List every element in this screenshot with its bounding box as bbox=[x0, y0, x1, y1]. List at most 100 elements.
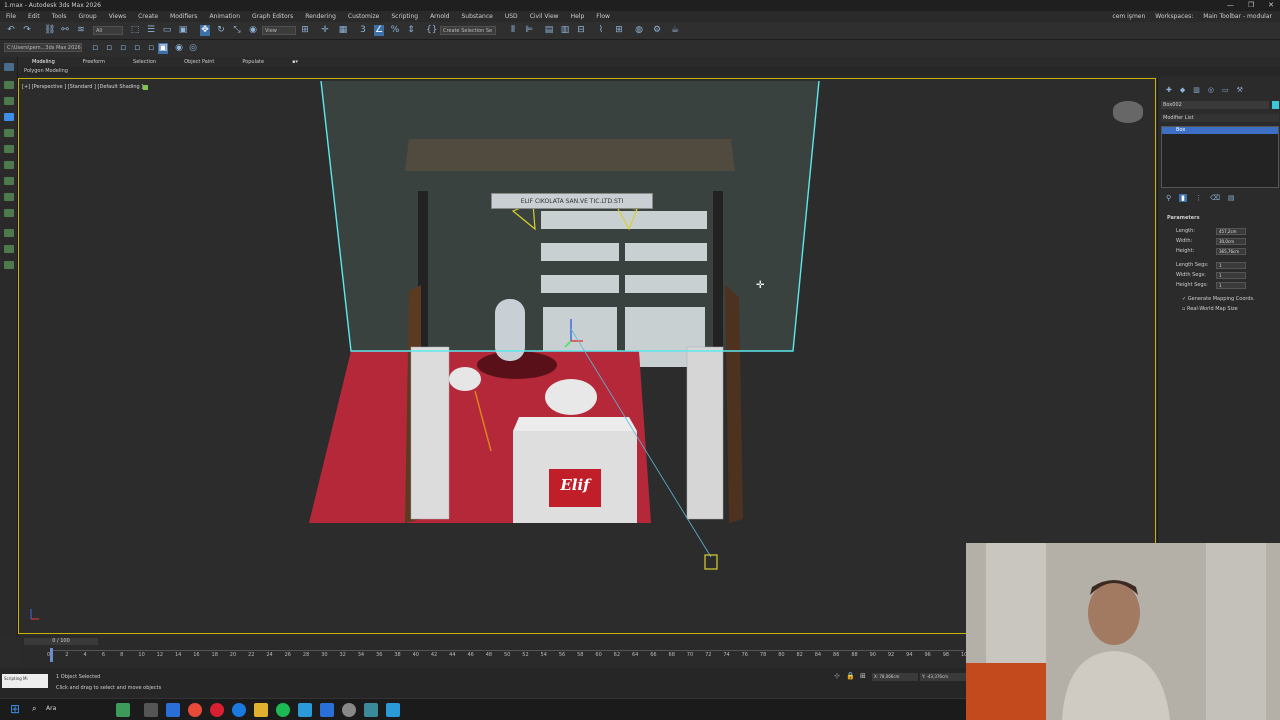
display-none-icon[interactable] bbox=[4, 245, 14, 253]
snapshot-icon[interactable]: ◉ bbox=[174, 43, 184, 54]
undo-icon[interactable]: ↶ bbox=[6, 25, 16, 36]
bind-spacewarp-icon[interactable]: ≋ bbox=[76, 25, 86, 36]
real-world-checkbox[interactable]: ▫ Real-World Map Size bbox=[1182, 306, 1238, 312]
hierarchy-tab-icon[interactable]: ▥ bbox=[1193, 86, 1200, 94]
maxscript-listener[interactable]: Scripting Mi bbox=[2, 674, 48, 688]
viewcube-icon[interactable] bbox=[1113, 101, 1143, 123]
menu-help[interactable]: Help bbox=[571, 11, 585, 22]
show-end-result-icon[interactable]: ▮ bbox=[1179, 194, 1187, 202]
spotify-icon[interactable] bbox=[276, 703, 290, 717]
tab-object-paint[interactable]: Object Paint bbox=[184, 57, 214, 67]
project-icon[interactable]: ▫ bbox=[146, 43, 156, 54]
select-and-move-icon[interactable]: ✥ bbox=[200, 25, 210, 36]
minimize-icon[interactable]: — bbox=[1227, 0, 1234, 11]
param-height-segs-field[interactable]: 1 bbox=[1216, 282, 1246, 289]
render-icon[interactable]: ☕ bbox=[670, 25, 680, 36]
angle-snap-icon[interactable]: ∠ bbox=[374, 25, 384, 36]
layer-explorer-icon[interactable]: ▥ bbox=[560, 25, 570, 36]
x-coordinate-field[interactable]: X: 78,066cm bbox=[872, 673, 918, 681]
filter-cameras-icon[interactable] bbox=[4, 129, 14, 137]
new-scene-icon[interactable]: ▫ bbox=[90, 43, 100, 54]
filter-spacewarps-icon[interactable] bbox=[4, 161, 14, 169]
menu-modifiers[interactable]: Modifiers bbox=[170, 11, 197, 22]
remove-modifier-icon[interactable]: ⌫ bbox=[1210, 194, 1220, 202]
menu-rendering[interactable]: Rendering bbox=[305, 11, 336, 22]
param-width-field[interactable]: 30,0cm bbox=[1216, 238, 1246, 245]
chrome-icon[interactable] bbox=[188, 703, 202, 717]
param-height-field[interactable]: 365,76cm bbox=[1216, 248, 1246, 255]
motion-tab-icon[interactable]: ◎ bbox=[1208, 86, 1214, 94]
windows-start-icon[interactable]: ⊞ bbox=[10, 702, 20, 716]
scene-explorer-tab-icon[interactable] bbox=[4, 63, 14, 71]
polygon-modeling-label[interactable]: Polygon Modeling bbox=[24, 68, 68, 74]
selection-lock-icon[interactable]: 🔒 bbox=[846, 672, 855, 680]
rectangular-selection-icon[interactable]: ▭ bbox=[162, 25, 172, 36]
link-icon[interactable]: ⛓ bbox=[44, 25, 55, 36]
select-object-icon[interactable]: ⬚ bbox=[130, 25, 140, 36]
menu-usd[interactable]: USD bbox=[505, 11, 518, 22]
edge-browser-icon[interactable] bbox=[166, 703, 180, 717]
save-file-icon[interactable]: ▫ bbox=[118, 43, 128, 54]
param-width-segs-field[interactable]: 1 bbox=[1216, 272, 1246, 279]
menu-edit[interactable]: Edit bbox=[28, 11, 40, 22]
tab-modeling[interactable]: Modeling bbox=[32, 57, 55, 67]
filter-groups-icon[interactable] bbox=[4, 177, 14, 185]
menu-tools[interactable]: Tools bbox=[52, 11, 67, 22]
menu-views[interactable]: Views bbox=[109, 11, 126, 22]
y-coordinate-field[interactable]: Y: -43,376cm bbox=[920, 673, 966, 681]
menu-graph-editors[interactable]: Graph Editors bbox=[252, 11, 293, 22]
xref-icon[interactable]: ▫ bbox=[132, 43, 142, 54]
manipulate-icon[interactable]: ✛ bbox=[320, 25, 330, 36]
edge-icon[interactable] bbox=[232, 703, 246, 717]
pin-stack-icon[interactable]: ⚲ bbox=[1166, 194, 1171, 202]
user-account[interactable]: cem işmen bbox=[1112, 11, 1145, 22]
modify-tab-icon[interactable]: ◆ bbox=[1180, 86, 1185, 94]
time-slider[interactable]: 0 / 100 bbox=[24, 638, 98, 645]
place-icon[interactable]: ◉ bbox=[248, 25, 258, 36]
vscode-icon[interactable] bbox=[320, 703, 334, 717]
task-view-icon[interactable] bbox=[144, 703, 158, 717]
rotate-icon[interactable]: ↻ bbox=[216, 25, 226, 36]
scene-explorer-icon[interactable]: ▤ bbox=[544, 25, 554, 36]
curve-editor-icon[interactable]: ⌇ bbox=[596, 25, 606, 36]
scale-icon[interactable]: ⤡ bbox=[232, 25, 242, 36]
window-crossing-icon[interactable]: ▣ bbox=[178, 25, 188, 36]
3ds-max-active-icon[interactable] bbox=[386, 703, 400, 717]
ribbon-options-icon[interactable]: ▪▾ bbox=[292, 57, 298, 67]
object-name-field[interactable]: Box002 bbox=[1161, 101, 1269, 109]
isolate-selection-icon[interactable]: ⊹ bbox=[834, 672, 840, 680]
search-icon[interactable]: ⌕ bbox=[32, 704, 36, 714]
invert-display-icon[interactable] bbox=[4, 261, 14, 269]
edit-named-selection-icon[interactable]: {} bbox=[426, 25, 437, 36]
keyboard-shortcut-icon[interactable]: ▦ bbox=[338, 25, 348, 36]
create-tab-icon[interactable]: ✚ bbox=[1166, 86, 1172, 94]
snaps-toggle-icon[interactable]: 3 bbox=[358, 25, 368, 36]
isolate-icon[interactable]: ▣ bbox=[158, 43, 168, 54]
tab-freeform[interactable]: Freeform bbox=[83, 57, 105, 67]
make-unique-icon[interactable]: ⋮ bbox=[1195, 194, 1202, 202]
spinner-snap-icon[interactable]: ⇕ bbox=[406, 25, 416, 36]
object-color-swatch[interactable] bbox=[1272, 101, 1279, 109]
render-setup-icon[interactable]: ⚙ bbox=[652, 25, 662, 36]
project-path-dropdown[interactable]: C:\Users\pem...3ds Max 2026 bbox=[4, 43, 82, 52]
filter-helpers-icon[interactable] bbox=[4, 145, 14, 153]
gen-mapping-checkbox[interactable]: ✓ Generate Mapping Coords. bbox=[1182, 296, 1255, 302]
timeline-playhead[interactable] bbox=[50, 648, 53, 662]
param-length-segs-field[interactable]: 1 bbox=[1216, 262, 1246, 269]
telegram-icon[interactable] bbox=[298, 703, 312, 717]
schematic-view-icon[interactable]: ⊞ bbox=[614, 25, 624, 36]
material-editor-icon[interactable]: ◍ bbox=[634, 25, 644, 36]
tab-populate[interactable]: Populate bbox=[242, 57, 264, 67]
parameters-rollout-header[interactable]: Parameters bbox=[1161, 214, 1279, 222]
mirror-icon[interactable]: ⫴ bbox=[508, 25, 518, 36]
open-file-icon[interactable]: ▫ bbox=[104, 43, 114, 54]
camera-object[interactable] bbox=[704, 554, 718, 570]
param-length-field[interactable]: 457,2cm bbox=[1216, 228, 1246, 235]
display-tab-icon[interactable]: ▭ bbox=[1222, 86, 1229, 94]
menu-civil-view[interactable]: Civil View bbox=[530, 11, 559, 22]
named-selection-dropdown[interactable]: Create Selection Se bbox=[440, 26, 496, 35]
file-explorer-icon[interactable] bbox=[254, 703, 268, 717]
obs-icon[interactable] bbox=[342, 703, 356, 717]
menu-customize[interactable]: Customize bbox=[348, 11, 380, 22]
widgets-icon[interactable] bbox=[116, 703, 130, 717]
